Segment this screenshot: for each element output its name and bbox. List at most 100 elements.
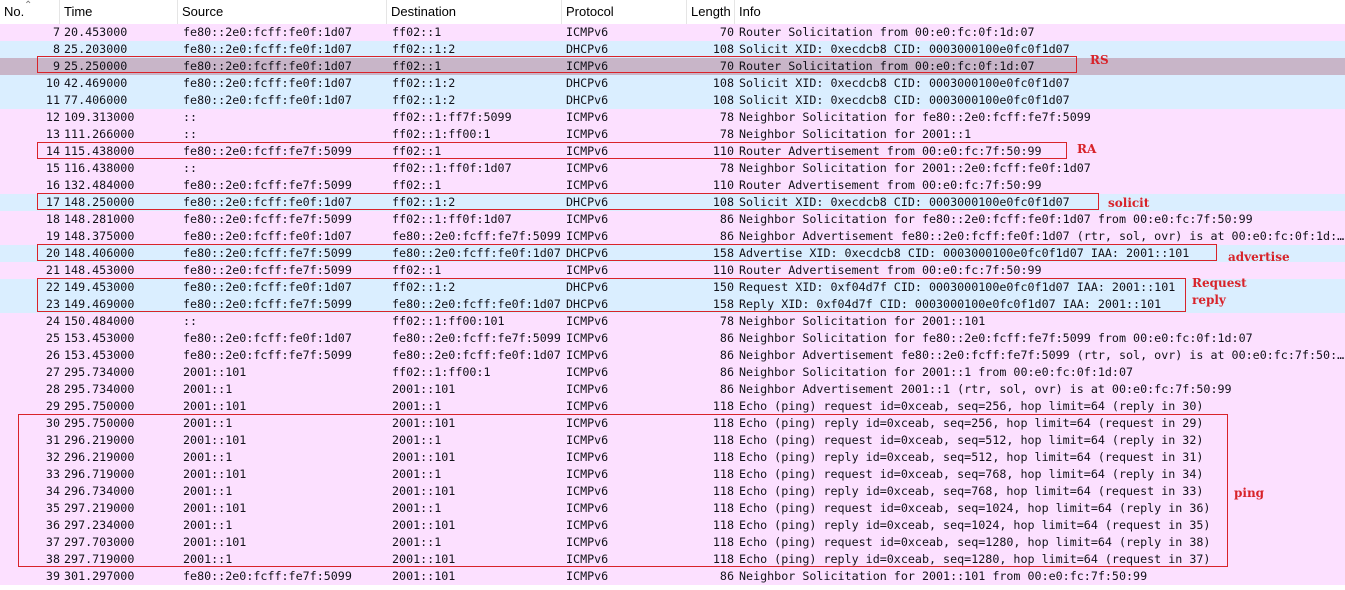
packet-source: fe80::2e0:fcff:fe0f:1d07 (183, 25, 352, 39)
packet-info: Neighbor Advertisement fe80::2e0:fcff:fe… (739, 348, 1345, 362)
annotation-label-request: Request (1192, 276, 1247, 290)
packet-info: Neighbor Solicitation for fe80::2e0:fcff… (739, 331, 1253, 345)
packet-time: 111.266000 (64, 127, 135, 141)
packet-length: 86 (719, 348, 734, 362)
packet-source: fe80::2e0:fcff:fe7f:5099 (183, 178, 352, 192)
packet-time: 148.375000 (64, 229, 135, 243)
annotation-box-request-reply (37, 278, 1186, 312)
column-header-source-label: Source (182, 4, 224, 19)
packet-row[interactable]: 27 295.734000 2001::101 ff02::1:ff00:1 ICMPv… (0, 364, 1345, 381)
packet-time: 295.750000 (64, 399, 135, 413)
packet-row[interactable]: 10 42.469000 fe80::2e0:fcff:fe0f:1d07 ff02:… (0, 75, 1345, 92)
annotation-box-ping (18, 414, 1228, 567)
packet-row[interactable]: 24 150.484000:: ff02::1:ff00:101 ICMPv6 78 Ne… (0, 313, 1345, 330)
packet-destination: ff02::1:ff00:1 (392, 365, 491, 379)
sort-ascending-icon: ⌃ (24, 0, 33, 11)
packet-length: 78 (719, 161, 734, 175)
packet-source: fe80::2e0:fcff:fe0f:1d07 (183, 93, 352, 107)
packet-no: 15 (45, 161, 60, 175)
packet-protocol: ICMPv6 (566, 25, 609, 39)
packet-info: Neighbor Advertisement fe80::2e0:fcff:fe… (739, 229, 1345, 243)
annotation-label-ping: ping (1234, 486, 1265, 500)
packet-no: 28 (45, 382, 60, 396)
packet-info: Neighbor Solicitation for fe80::2e0:fcff… (739, 212, 1253, 226)
column-header-protocol[interactable]: Protocol (562, 0, 687, 24)
packet-row[interactable]: 25 153.453000 fe80::2e0:fcff:fe0f:1d07 fe80… (0, 330, 1345, 347)
packet-time: 153.453000 (64, 348, 135, 362)
packet-length: 86 (719, 569, 734, 583)
packet-no: 24 (45, 314, 60, 328)
annotation-label-ra: RA (1077, 142, 1097, 156)
packet-length: 86 (719, 212, 734, 226)
packet-row[interactable]: 29 295.750000 2001::101 2001::1 ICMPv6 118 Ech… (0, 398, 1345, 415)
column-header-time-label: Time (64, 4, 93, 19)
packet-protocol: ICMPv6 (566, 569, 609, 583)
packet-no: 10 (45, 76, 60, 90)
packet-time: 295.734000 (64, 365, 135, 379)
column-header-source[interactable]: Source (178, 0, 387, 24)
packet-time: 153.453000 (64, 331, 135, 345)
column-header-time[interactable]: Time (60, 0, 178, 24)
packet-info: Solicit XID: 0xecdcb8 CID: 0003000100e0f… (739, 93, 1070, 107)
packet-source: fe80::2e0:fcff:fe0f:1d07 (183, 331, 352, 345)
packet-no: 13 (45, 127, 60, 141)
packet-protocol: ICMPv6 (566, 348, 609, 362)
packet-no: 29 (45, 399, 60, 413)
column-header-info[interactable]: Info (735, 0, 1345, 24)
packet-source: :: (183, 127, 198, 141)
packet-length: 108 (712, 93, 734, 107)
packet-destination: fe80::2e0:fcff:fe7f:5099 (392, 229, 560, 243)
packet-row[interactable]: 28 295.734000 2001::1 2001::101 ICMPv6 86 Neig… (0, 381, 1345, 398)
packet-row[interactable]: 39 301.297000 fe80::2e0:fcff:fe7f:5099 2001… (0, 568, 1345, 585)
packet-destination: 2001::101 (392, 569, 456, 583)
packet-row[interactable]: 19 148.375000 fe80::2e0:fcff:fe0f:1d07 fe80… (0, 228, 1345, 245)
packet-protocol: DHCPv6 (566, 93, 609, 107)
packet-protocol: ICMPv6 (566, 399, 609, 413)
packet-source: 2001::101 (183, 365, 247, 379)
column-header-no-label: No. (4, 4, 25, 19)
packet-protocol: ICMPv6 (566, 212, 609, 226)
packet-row[interactable]: 18 148.281000 fe80::2e0:fcff:fe7f:5099 ff02… (0, 211, 1345, 228)
packet-source: fe80::2e0:fcff:fe7f:5099 (183, 212, 352, 226)
packet-source: fe80::2e0:fcff:fe0f:1d07 (183, 76, 352, 90)
packet-info: Router Advertisement from 00:e0:fc:7f:50… (739, 178, 1042, 192)
packet-row[interactable]: 16 132.484000 fe80::2e0:fcff:fe7f:5099 ff02… (0, 177, 1345, 194)
column-header-no[interactable]: No. ⌃ (0, 0, 60, 24)
packet-info: Neighbor Solicitation for 2001::1 from 0… (739, 365, 1134, 379)
column-header-info-label: Info (739, 4, 761, 19)
packet-length: 78 (719, 127, 734, 141)
packet-time: 132.484000 (64, 178, 135, 192)
column-header-length-label: Length (691, 4, 731, 19)
packet-no: 7 (52, 25, 60, 39)
packet-length: 86 (719, 229, 734, 243)
packet-row[interactable]: 15 116.438000:: ff02::1:ff0f:1d07 ICMPv6 78 N… (0, 160, 1345, 177)
packet-row[interactable]: 11 77.406000 fe80::2e0:fcff:fe0f:1d07 ff02:… (0, 92, 1345, 109)
packet-length: 110 (712, 178, 734, 192)
column-header-destination[interactable]: Destination (387, 0, 562, 24)
packet-source: 2001::101 (183, 399, 247, 413)
packet-source: :: (183, 110, 198, 124)
packet-row[interactable]: 26 153.453000 fe80::2e0:fcff:fe7f:5099 fe80… (0, 347, 1345, 364)
packet-source: fe80::2e0:fcff:fe7f:5099 (183, 263, 352, 277)
packet-destination: ff02::1:ff00:101 (392, 314, 505, 328)
packet-info: Neighbor Solicitation for 2001::1 (739, 127, 972, 141)
annotation-label-solicit: solicit (1108, 196, 1150, 210)
packet-row[interactable]: 12 109.313000:: ff02::1:ff7f:5099 ICMPv6 78 N… (0, 109, 1345, 126)
packet-length: 86 (719, 382, 734, 396)
packet-length: 78 (719, 314, 734, 328)
packet-list-pane: No. ⌃ Time Source Destination Protocol L… (0, 0, 1345, 590)
packet-source: fe80::2e0:fcff:fe7f:5099 (183, 348, 352, 362)
packet-length: 78 (719, 110, 734, 124)
packet-row[interactable]: 13 111.266000:: ff02::1:ff00:1 ICMPv6 78 Neig… (0, 126, 1345, 143)
packet-row[interactable]: 21 148.453000 fe80::2e0:fcff:fe7f:5099 ff02… (0, 262, 1345, 279)
packet-length: 70 (719, 25, 734, 39)
packet-time: 20.453000 (64, 25, 128, 39)
packet-source: :: (183, 314, 198, 328)
packet-destination: ff02::1 (392, 263, 442, 277)
column-header-length[interactable]: Length (687, 0, 735, 24)
packet-row[interactable]: 7 20.453000 fe80::2e0:fcff:fe0f:1d07 ff02::… (0, 24, 1345, 41)
packet-protocol: ICMPv6 (566, 161, 609, 175)
packet-length: 110 (712, 263, 734, 277)
packet-list-header: No. ⌃ Time Source Destination Protocol L… (0, 0, 1345, 25)
packet-protocol: ICMPv6 (566, 331, 609, 345)
